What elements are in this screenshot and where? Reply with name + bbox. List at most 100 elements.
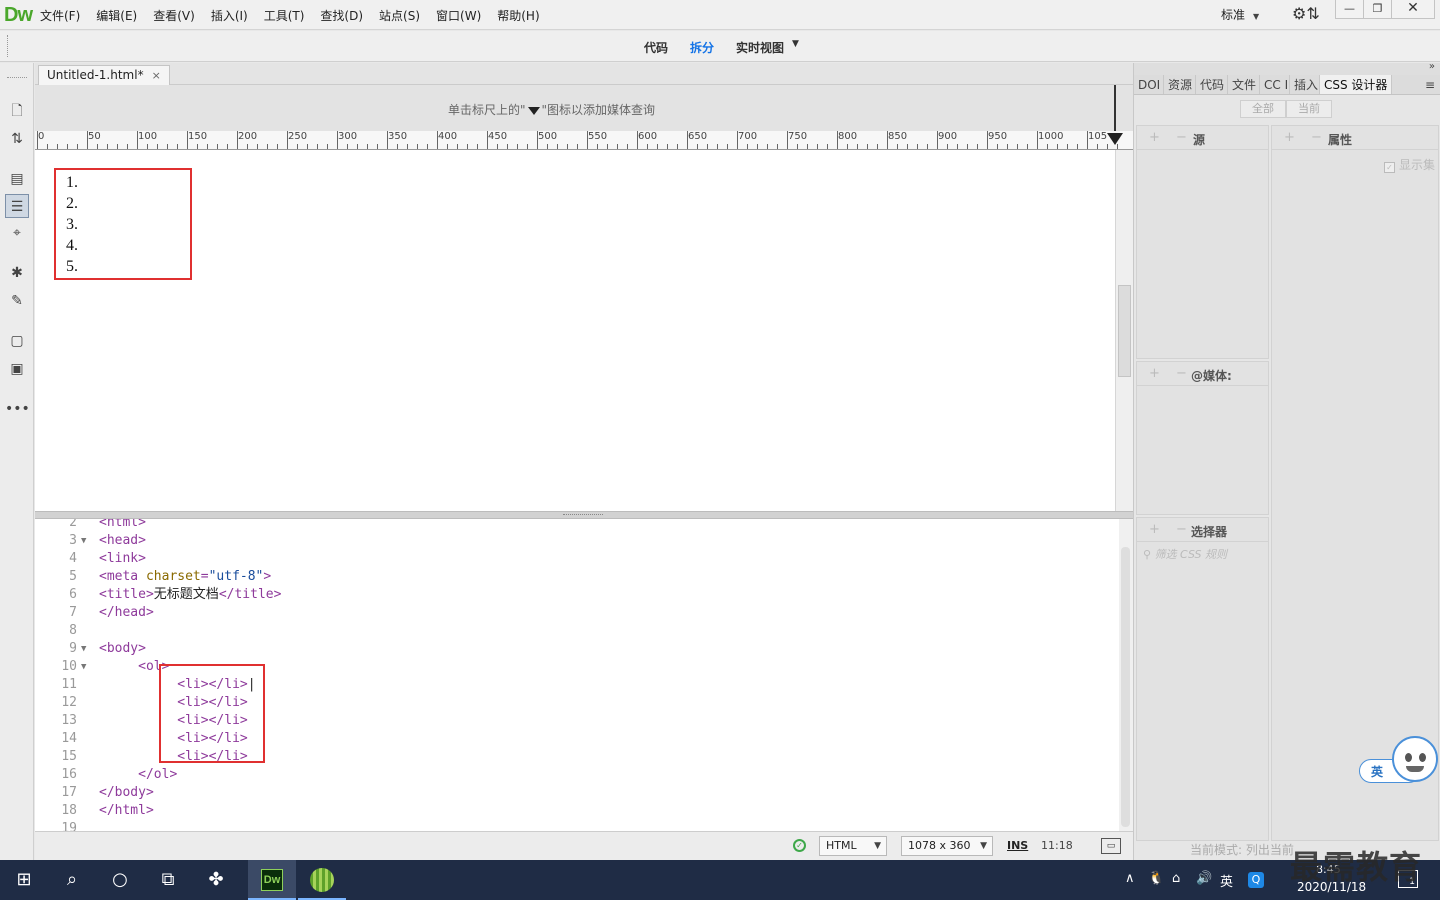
show-current-button[interactable]: 当前 <box>1286 100 1332 118</box>
toolbar-grip[interactable] <box>7 35 9 57</box>
volume-icon[interactable]: 🔊 <box>1196 871 1212 886</box>
code-line[interactable]: 2 <html> <box>35 519 1119 532</box>
inspect-document-icon[interactable]: ▤ <box>5 167 29 191</box>
menu-item[interactable]: 插入(I) <box>211 7 248 24</box>
windows-start-icon[interactable]: ⊞ <box>0 860 48 900</box>
menu-item[interactable]: 工具(T) <box>264 7 305 24</box>
collapse-tag-icon[interactable]: ✱ <box>5 261 29 285</box>
fold-arrow-icon[interactable]: ▼ <box>81 640 86 658</box>
insert-mode-toggle[interactable]: INS <box>1007 839 1028 852</box>
divider-grip[interactable] <box>563 514 603 515</box>
menu-item[interactable]: 文件(F) <box>40 7 80 24</box>
panel-tab[interactable]: CSS 设计器 <box>1320 75 1392 94</box>
file-transfer-icon[interactable]: ⇅ <box>5 127 29 151</box>
list-item[interactable]: 2. <box>66 193 190 214</box>
fold-arrow-icon[interactable]: ▼ <box>81 658 86 676</box>
design-view[interactable]: 1. 2. 3. 4. 5. <box>35 150 1115 511</box>
sync-settings-icon[interactable]: ⚙⇅ <box>1292 4 1320 23</box>
live-view-button[interactable]: 实时视图 <box>736 39 784 56</box>
code-view-button[interactable]: 代码 <box>644 39 668 56</box>
panel-menu-icon[interactable]: ≡ <box>1425 78 1435 92</box>
panel-tab[interactable]: 代码 <box>1196 75 1228 94</box>
close-tab-icon[interactable]: × <box>152 69 161 82</box>
remove-comment-icon[interactable]: ▣ <box>5 357 29 381</box>
media-query-bar[interactable]: 单击标尺上的" "图标以添加媒体查询 <box>35 85 1133 131</box>
minimize-button[interactable]: — <box>1335 0 1364 19</box>
ime-mascot-icon[interactable] <box>1392 736 1438 782</box>
workspace-layout-select[interactable]: 标准 ▼ <box>1221 6 1259 23</box>
menu-item[interactable]: 站点(S) <box>379 7 420 24</box>
code-line[interactable]: 5 <meta charset="utf-8"> <box>35 568 1119 586</box>
code-line[interactable]: 9 ▼ <body> <box>35 640 1119 658</box>
add-remove-property-icon[interactable]: + − <box>1284 130 1328 145</box>
add-remove-source-icon[interactable]: + − <box>1149 130 1193 145</box>
code-line[interactable]: 18 </html> <box>35 802 1119 820</box>
code-line[interactable]: 7 </head> <box>35 604 1119 622</box>
network-icon[interactable]: ⌂ <box>1172 871 1180 886</box>
add-remove-selector-icon[interactable]: + − <box>1149 522 1193 537</box>
code-line[interactable]: 6 <title>无标题文档</title> <box>35 586 1119 604</box>
open-document-icon[interactable]: 🗋 <box>5 99 29 123</box>
list-item[interactable]: 5. <box>66 256 190 277</box>
panel-tab[interactable]: DOI <box>1134 75 1164 94</box>
document-tab[interactable]: Untitled-1.html* × <box>38 65 170 85</box>
selector-filter-input[interactable]: ⚲ 筛选 CSS 规则 <box>1143 546 1227 562</box>
menu-item[interactable]: 查找(D) <box>320 7 363 24</box>
split-view-button[interactable]: 拆分 <box>690 39 714 56</box>
qq-penguin-icon[interactable]: 🐧 <box>1148 871 1164 886</box>
show-all-button[interactable]: 全部 <box>1240 100 1286 118</box>
code-line[interactable]: 19 <box>35 820 1119 831</box>
fold-arrow-icon[interactable]: ▼ <box>81 532 86 550</box>
task-view-icon[interactable]: ⧉ <box>144 860 192 900</box>
panel-collapse-bar[interactable]: » <box>1134 61 1440 75</box>
ordered-list-preview[interactable]: 1. 2. 3. 4. 5. <box>54 168 192 280</box>
target-icon[interactable]: ⌖ <box>5 221 29 245</box>
input-method-indicator[interactable]: 英 <box>1220 871 1233 890</box>
collapse-panel-icon[interactable]: » <box>1429 61 1435 72</box>
design-view-scrollbar[interactable] <box>1115 150 1133 511</box>
check-icon[interactable]: ✓ <box>793 839 806 852</box>
window-size-select[interactable]: 1078 x 360 ▼ <box>901 836 993 856</box>
panel-tab[interactable]: CC I <box>1260 75 1290 94</box>
dreamweaver-taskbar-icon[interactable]: Dw <box>248 860 296 900</box>
close-button[interactable]: ✕ <box>1391 0 1435 19</box>
scrollbar-thumb[interactable] <box>1121 547 1130 827</box>
code-view[interactable]: 2 <html> 3 ▼ <head> 4 <link> 5 <meta charset="ut… <box>35 519 1119 831</box>
list-item[interactable]: 3. <box>66 214 190 235</box>
code-line[interactable]: 16 </ol> <box>35 766 1119 784</box>
show-hidden-icons-icon[interactable]: ∧ <box>1125 871 1135 886</box>
pinwheel-app-icon[interactable]: ✤ <box>192 860 240 900</box>
add-remove-media-icon[interactable]: + − <box>1149 366 1193 381</box>
show-set-checkbox[interactable]: ✓ 显示集 <box>1384 156 1435 173</box>
preview-in-browser-icon[interactable]: ▭ <box>1101 838 1121 854</box>
menu-item[interactable]: 编辑(E) <box>96 7 137 24</box>
wrap-tag-icon[interactable]: ✎ <box>5 289 29 313</box>
scrollbar-thumb[interactable] <box>1118 285 1131 377</box>
menu-item[interactable]: 查看(V) <box>153 7 195 24</box>
format-source-icon[interactable]: ☰ <box>5 194 29 218</box>
more-tools-icon[interactable]: ••• <box>5 397 30 421</box>
panel-tab[interactable]: 资源 <box>1164 75 1196 94</box>
code-line[interactable]: 8 <box>35 622 1119 640</box>
apply-comment-icon[interactable]: ▢ <box>5 329 29 353</box>
code-view-scrollbar[interactable] <box>1119 519 1133 831</box>
search-icon[interactable]: ⌕ <box>48 860 96 900</box>
document-type-select[interactable]: HTML ▼ <box>819 836 887 856</box>
green-ball-app-icon[interactable] <box>298 860 346 900</box>
code-line[interactable]: 17 </body> <box>35 784 1119 802</box>
toolbar-grip[interactable] <box>7 77 27 78</box>
menu-item[interactable]: 窗口(W) <box>436 7 481 24</box>
viewport-resize-handle-icon[interactable] <box>1107 133 1123 145</box>
code-line[interactable]: 4 <link> <box>35 550 1119 568</box>
chevron-down-icon[interactable]: ▼ <box>792 39 799 56</box>
list-item[interactable]: 4. <box>66 235 190 256</box>
list-item[interactable]: 1. <box>66 172 190 193</box>
menu-item[interactable]: 帮助(H) <box>497 7 539 24</box>
code-line[interactable]: 3 ▼ <head> <box>35 532 1119 550</box>
panel-tab[interactable]: 文件 <box>1228 75 1260 94</box>
horizontal-ruler[interactable]: 105 1000 950 900 850 800 750 700 650 600 550 500 450… <box>35 131 1133 150</box>
split-view-divider[interactable] <box>35 511 1133 519</box>
panel-tab[interactable]: 插入 <box>1290 75 1320 94</box>
qq-browser-icon[interactable]: Q <box>1248 872 1264 888</box>
maximize-button[interactable]: ❐ <box>1363 0 1392 19</box>
